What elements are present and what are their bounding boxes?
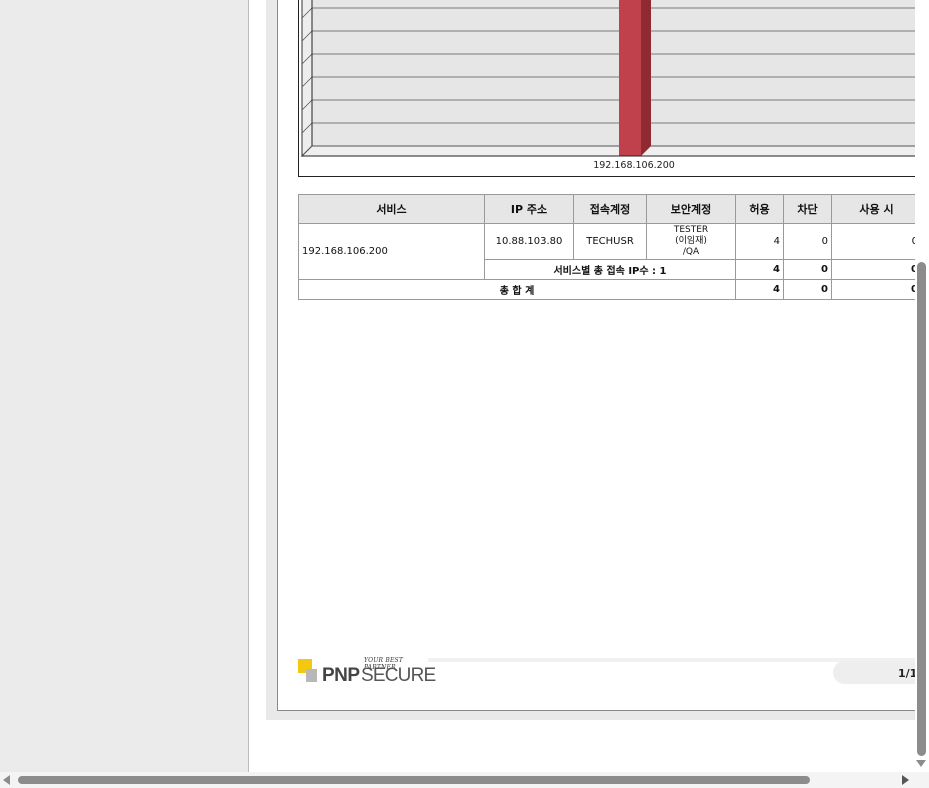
x-tick-label: 192.168.106.200: [593, 160, 675, 171]
pnp-secure-logo: YOUR BEST PARTNER PNP SECURE: [298, 656, 436, 688]
total-row: 총 합 계 4 0 0: [298, 279, 915, 300]
header-account: 접속계정: [573, 194, 647, 224]
subtotal-block: 0: [783, 259, 832, 280]
vertical-scroll-thumb[interactable]: [917, 262, 926, 756]
report-table: 서비스 IP 주소 접속계정 보안계정 허용 차단 사용 시 192.168.1…: [298, 194, 915, 300]
header-ip: IP 주소: [484, 194, 574, 224]
block-cell: 0: [783, 223, 832, 260]
allow-cell: 4: [735, 223, 784, 260]
chart-back-wall: [312, 0, 915, 146]
security-account-cell: TESTER (이임재) /QA: [646, 223, 736, 260]
ip-cell: 10.88.103.80: [484, 223, 574, 260]
chart-bar: [619, 0, 641, 156]
total-allow: 4: [735, 279, 784, 300]
security-account-person: (이임재): [675, 236, 707, 246]
scroll-right-arrow-icon[interactable]: [902, 775, 909, 785]
left-panel: [0, 0, 249, 772]
security-account-name: TESTER: [673, 225, 709, 235]
page-number: 1/1: [898, 667, 915, 680]
chart-frame: 32.521.51.5192.168.106.200: [298, 0, 915, 177]
usage-cell: 0: [831, 223, 915, 260]
total-block: 0: [783, 279, 832, 300]
vertical-scrollbar[interactable]: [915, 0, 929, 772]
bar-chart: 32.521.51.5192.168.106.200: [300, 0, 915, 171]
subtotal-label: 서비스별 총 접속 IP수 : 1: [484, 259, 736, 280]
report-viewer[interactable]: 32.521.51.5192.168.106.200 서비스 IP 주소 접속계…: [249, 0, 915, 772]
chart-bar-side: [641, 0, 651, 156]
chart-floor: [300, 145, 915, 157]
horizontal-scroll-thumb[interactable]: [18, 776, 810, 784]
total-usage: 0: [831, 279, 915, 300]
subtotal-allow: 4: [735, 259, 784, 280]
subtotal-usage: 0: [831, 259, 915, 280]
horizontal-scrollbar[interactable]: [0, 772, 929, 788]
header-allow: 허용: [735, 194, 784, 224]
logo-secure-text: SECURE: [361, 665, 436, 686]
table-header-row: 서비스 IP 주소 접속계정 보안계정 허용 차단 사용 시: [298, 194, 915, 224]
scroll-down-arrow-icon[interactable]: [916, 760, 926, 767]
header-service: 서비스: [298, 194, 485, 224]
header-security-account: 보안계정: [646, 194, 736, 224]
table-row: 192.168.106.200 10.88.103.80 TECHUSR TES…: [298, 223, 915, 280]
total-label: 총 합 계: [298, 279, 736, 300]
account-cell: TECHUSR: [573, 223, 647, 260]
header-usage: 사용 시: [831, 194, 915, 224]
logo-pnp-text: PNP: [322, 665, 360, 686]
header-block: 차단: [783, 194, 832, 224]
security-account-group: /QA: [682, 247, 700, 257]
scroll-left-arrow-icon[interactable]: [3, 775, 10, 785]
report-page: 32.521.51.5192.168.106.200 서비스 IP 주소 접속계…: [277, 0, 915, 711]
service-cell: 192.168.106.200: [298, 223, 485, 280]
logo-gray-square: [306, 669, 317, 682]
